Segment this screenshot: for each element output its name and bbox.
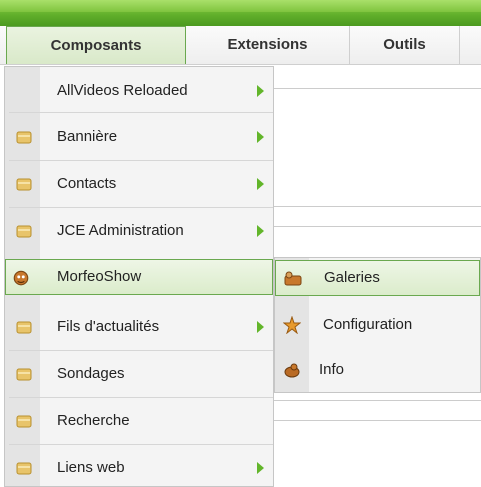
main-menubar: Composants Extensions Outils bbox=[0, 26, 481, 65]
submenu-item-info[interactable]: Info bbox=[275, 352, 480, 388]
menu-item-contacts[interactable]: Contacts bbox=[5, 166, 273, 202]
folder-icon bbox=[16, 225, 32, 238]
morfeo-icon bbox=[13, 270, 29, 286]
submenu-item-label: Configuration bbox=[323, 316, 413, 333]
submenu-item-label: Info bbox=[319, 361, 345, 378]
menu-item-label: Sondages bbox=[57, 365, 125, 382]
menu-item-label: Fils d'actualités bbox=[57, 318, 160, 335]
content-border bbox=[260, 206, 481, 207]
menu-divider bbox=[9, 160, 273, 161]
menu-tab-composants[interactable]: Composants bbox=[6, 26, 186, 64]
menu-divider bbox=[9, 350, 273, 351]
content-border bbox=[260, 400, 481, 401]
content-border bbox=[260, 420, 481, 421]
folder-icon bbox=[16, 131, 32, 144]
submenu-arrow-icon bbox=[257, 85, 264, 97]
submenu-item-label: Galeries bbox=[324, 269, 380, 286]
composants-dropdown-menu: AllVideos Reloaded Bannière Contacts JCE… bbox=[4, 66, 274, 487]
gallery-icon bbox=[284, 271, 302, 286]
menu-divider bbox=[9, 112, 273, 113]
menu-divider bbox=[9, 444, 273, 445]
menu-item-label: AllVideos Reloaded bbox=[57, 82, 188, 99]
menu-item-sondages[interactable]: Sondages bbox=[5, 356, 273, 392]
submenu-arrow-icon bbox=[257, 131, 264, 143]
menu-item-fils-actualites[interactable]: Fils d'actualités bbox=[5, 309, 273, 345]
menu-item-jce-administration[interactable]: JCE Administration bbox=[5, 213, 273, 249]
submenu-arrow-icon bbox=[257, 321, 264, 333]
menu-item-label: Contacts bbox=[57, 175, 117, 192]
submenu-arrow-icon bbox=[257, 178, 264, 190]
info-icon bbox=[284, 363, 300, 378]
menu-tab-extensions[interactable]: Extensions bbox=[186, 26, 350, 64]
top-header-bar bbox=[0, 0, 481, 26]
submenu-item-configuration[interactable]: Configuration bbox=[275, 307, 480, 343]
folder-icon bbox=[16, 368, 32, 381]
submenu-arrow-icon bbox=[257, 462, 264, 474]
submenu-arrow-icon bbox=[257, 225, 264, 237]
morfeoshow-submenu: Galeries Configuration Info bbox=[274, 257, 481, 393]
menu-item-label: Bannière bbox=[57, 128, 118, 145]
menu-item-label: Liens web bbox=[57, 459, 125, 476]
menu-item-morfeoshow[interactable]: MorfeoShow bbox=[5, 259, 273, 295]
content-border bbox=[260, 226, 481, 227]
menu-divider bbox=[9, 207, 273, 208]
menu-item-label: JCE Administration bbox=[57, 222, 184, 239]
menu-tab-outils[interactable]: Outils bbox=[350, 26, 460, 64]
submenu-item-galeries[interactable]: Galeries bbox=[275, 260, 480, 296]
folder-icon bbox=[16, 462, 32, 475]
header-gradient bbox=[0, 0, 481, 12]
folder-icon bbox=[16, 321, 32, 334]
content-border bbox=[260, 88, 481, 89]
menu-item-banniere[interactable]: Bannière bbox=[5, 119, 273, 155]
configuration-icon bbox=[283, 316, 301, 334]
folder-icon bbox=[16, 178, 32, 191]
menu-item-label: MorfeoShow bbox=[57, 268, 142, 285]
menu-item-allvideos[interactable]: AllVideos Reloaded bbox=[5, 73, 273, 109]
menu-item-label: Recherche bbox=[57, 412, 130, 429]
folder-icon bbox=[16, 415, 32, 428]
menu-item-liens-web[interactable]: Liens web bbox=[5, 450, 273, 486]
menu-divider bbox=[9, 397, 273, 398]
menu-item-recherche[interactable]: Recherche bbox=[5, 403, 273, 439]
